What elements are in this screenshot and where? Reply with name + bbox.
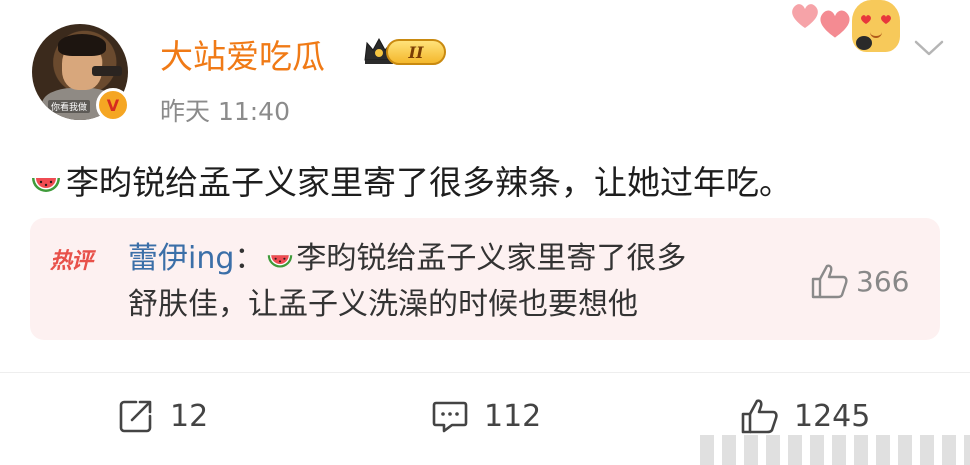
avatar-prop — [92, 66, 122, 76]
card-decoration — [790, 0, 910, 56]
hot-comment-text-line1: 李昀锐给孟子义家里寄了很多 — [296, 241, 687, 276]
post-text: 李昀锐给孟子义家里寄了很多辣条，让她过年吃。 — [66, 163, 792, 202]
like-button[interactable]: 1245 — [740, 396, 870, 436]
repost-count: 12 — [170, 398, 209, 434]
repost-icon — [119, 400, 152, 433]
heart-eye-icon — [881, 15, 891, 24]
watermelon-icon — [268, 255, 293, 268]
comment-icon — [432, 401, 468, 433]
cat-sticker — [852, 0, 900, 52]
hot-comment-like-count: 366 — [856, 264, 910, 298]
chevron-down-icon[interactable] — [912, 36, 946, 60]
heart-icon — [820, 10, 850, 38]
cat-paw — [856, 36, 872, 50]
comment-button[interactable]: 112 — [430, 396, 541, 436]
verified-badge-icon: V — [96, 88, 130, 122]
hot-comment-separator: ： — [234, 241, 265, 276]
author-name[interactable]: 大站爱吃瓜 — [160, 30, 325, 78]
hot-comment-tag: 热评 — [50, 249, 93, 274]
hot-comment[interactable]: 热评 蕾伊ing： 李昀锐给孟子义家里寄了很多 舒肤佳，让孟子义洗澡的时候也要想… — [30, 218, 940, 340]
action-bar-divider — [0, 372, 970, 373]
thumbs-up-icon — [811, 264, 848, 299]
hot-comment-content: 蕾伊ing： 李昀锐给孟子义家里寄了很多 舒肤佳，让孟子义洗澡的时候也要想他 — [128, 236, 788, 328]
cat-mouth — [870, 32, 882, 38]
hot-comment-text-line2: 舒肤佳，让孟子义洗澡的时候也要想他 — [128, 287, 638, 322]
post-timestamp: 昨天 11:40 — [160, 97, 290, 126]
level-pill: II — [386, 39, 446, 65]
repost-button[interactable]: 12 — [116, 396, 208, 436]
heart-eye-icon — [861, 15, 871, 24]
bottom-overlay-strip — [700, 435, 970, 465]
heart-icon — [792, 4, 818, 29]
thumbs-up-icon — [741, 399, 778, 434]
post-body: 李昀锐给孟子义家里寄了很多辣条，让她过年吃。 — [30, 156, 792, 204]
level-badge[interactable]: II — [362, 32, 454, 72]
hot-comment-username[interactable]: 蕾伊ing — [128, 241, 234, 276]
comment-count: 112 — [484, 398, 542, 434]
like-count: 1245 — [794, 398, 871, 434]
avatar-watermark: 你看我做 — [48, 100, 91, 113]
watermelon-icon — [32, 178, 60, 192]
hot-comment-like-button[interactable]: 366 — [810, 262, 909, 300]
avatar-hair — [58, 34, 106, 56]
